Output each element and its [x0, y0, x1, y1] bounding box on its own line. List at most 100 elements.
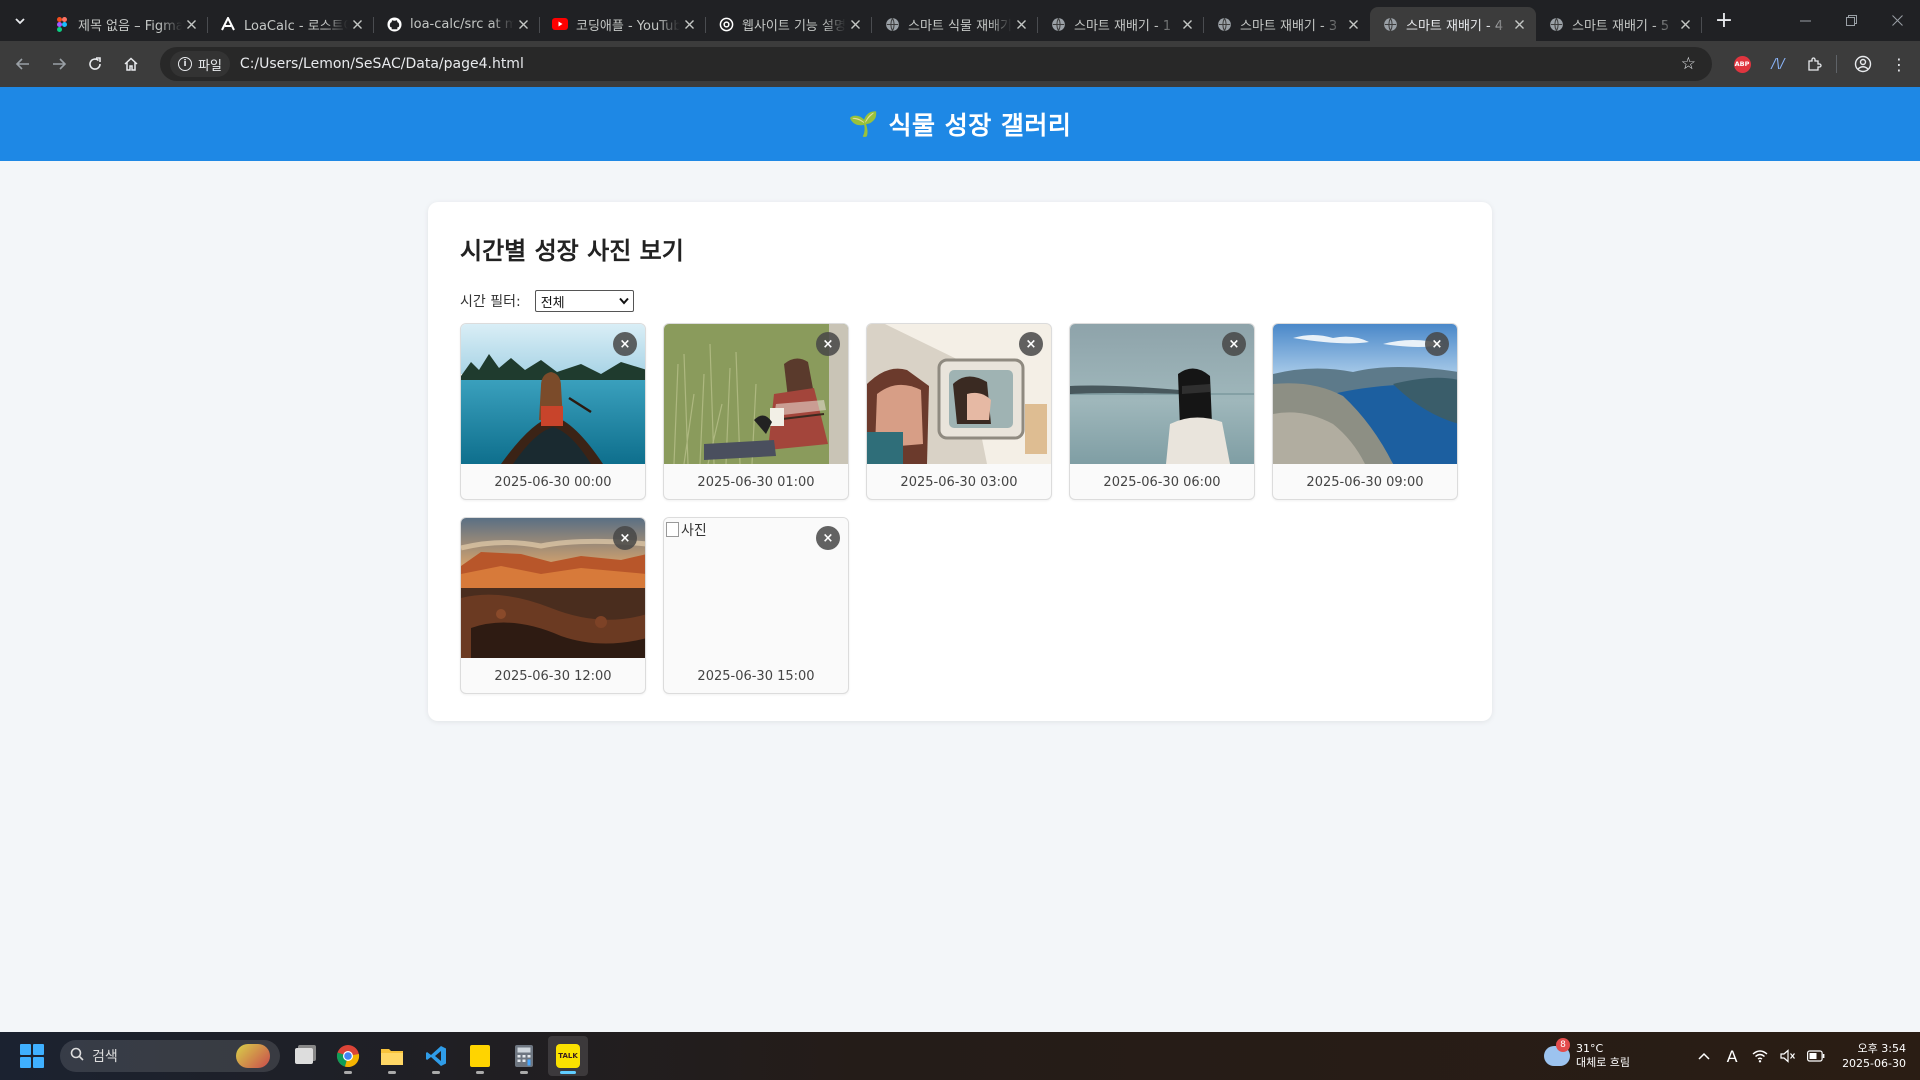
input-method-icon[interactable]: A — [1718, 1047, 1746, 1066]
browser-tab[interactable]: LoaCalc - 로스트아크 — [208, 7, 374, 41]
adblock-extension-icon[interactable]: ABP — [1726, 48, 1758, 80]
browser-tab[interactable]: 스마트 재배기 - 4 — [1370, 7, 1536, 41]
chrome-app-icon[interactable] — [328, 1036, 368, 1076]
photo-card[interactable]: 2025-06-30 09:00 × — [1272, 323, 1458, 500]
tab-close-icon[interactable] — [348, 15, 366, 33]
delete-photo-button[interactable]: × — [1019, 332, 1043, 356]
new-tab-button[interactable]: + — [1710, 7, 1738, 35]
system-tray: 8 31°C 대체로 흐림 A 오후 3:54 2025-06-30 — [1543, 1032, 1920, 1080]
address-bar[interactable]: i 파일 C:/Users/Lemon/SeSAC/Data/page4.htm… — [160, 47, 1712, 81]
browser-tab[interactable]: 코딩애플 - YouTube — [540, 7, 706, 41]
photo-timestamp: 2025-06-30 15:00 — [697, 668, 815, 684]
tab-title: 스마트 식물 재배기 — [908, 18, 1012, 34]
photo-card[interactable]: 2025-06-30 00:00 × — [460, 323, 646, 500]
tab-close-icon[interactable] — [1676, 15, 1694, 33]
browser-menu-icon[interactable]: ⋮ — [1883, 48, 1915, 80]
photo-card[interactable]: 2025-06-30 06:00 × — [1069, 323, 1255, 500]
browser-tab[interactable]: 웹사이트 기능 설명 — [706, 7, 872, 41]
tab-close-icon[interactable] — [1510, 15, 1528, 33]
globe-icon — [1050, 16, 1066, 32]
clock-date: 2025-06-30 — [1842, 1057, 1906, 1070]
weather-badge: 8 — [1555, 1038, 1570, 1052]
windows-taskbar: 검색 TALK 8 31°C 대체로 흐림 A 오후 3:54 2025-06-… — [0, 1032, 1920, 1080]
chevron-down-icon — [618, 297, 629, 305]
broken-image-icon — [666, 522, 679, 537]
kakaotalk-app-icon[interactable]: TALK — [548, 1036, 588, 1076]
tab-close-icon[interactable] — [1012, 15, 1030, 33]
photo-timestamp: 2025-06-30 01:00 — [697, 474, 815, 490]
browser-tab[interactable]: 제목 없음 – Figma — [42, 7, 208, 41]
toolbar-extensions: ABP /\/ ⋮ — [1722, 48, 1915, 80]
photo-card[interactable]: 2025-06-30 01:00 × — [663, 323, 849, 500]
calculator-app-icon[interactable] — [504, 1036, 544, 1076]
tab-title: loa-calc/src at main — [410, 16, 514, 32]
task-view-icon[interactable] — [284, 1036, 324, 1076]
forward-button[interactable] — [42, 47, 76, 81]
tab-title: 코딩애플 - YouTube — [576, 18, 680, 34]
page-title: 식물 성장 갤러리 — [888, 111, 1072, 140]
volume-muted-icon[interactable] — [1774, 1049, 1802, 1063]
tab-title: 스마트 재배기 - 1 — [1074, 18, 1172, 34]
home-button[interactable] — [114, 47, 148, 81]
loacalc-icon — [220, 16, 236, 32]
battery-icon[interactable] — [1802, 1050, 1830, 1062]
browser-tab[interactable]: 스마트 재배기 - 5 — [1536, 7, 1702, 41]
file-explorer-icon[interactable] — [372, 1036, 412, 1076]
show-hidden-icons-chevron-icon[interactable] — [1690, 1052, 1718, 1060]
photo-timestamp: 2025-06-30 06:00 — [1103, 474, 1221, 490]
browser-tab[interactable]: loa-calc/src at main — [374, 7, 540, 41]
search-highlight-icon — [236, 1044, 270, 1068]
tab-close-icon[interactable] — [182, 15, 200, 33]
delete-photo-button[interactable]: × — [1425, 332, 1449, 356]
photo-timestamp: 2025-06-30 00:00 — [494, 474, 612, 490]
tab-close-icon[interactable] — [680, 15, 698, 33]
wifi-icon[interactable] — [1746, 1049, 1774, 1063]
photo-card[interactable]: 2025-06-30 12:00 × — [460, 517, 646, 694]
site-chip-label: 파일 — [198, 58, 222, 74]
toolbar-separator — [1836, 55, 1837, 73]
tab-close-icon[interactable] — [514, 15, 532, 33]
close-window-button[interactable] — [1874, 0, 1920, 41]
tab-close-icon[interactable] — [1344, 15, 1362, 33]
photo-card[interactable]: 사진 2025-06-30 15:00 × — [663, 517, 849, 694]
extensions-puzzle-icon[interactable] — [1798, 48, 1830, 80]
browser-tab[interactable]: 스마트 재배기 - 1 — [1038, 7, 1204, 41]
profile-avatar-icon[interactable] — [1847, 48, 1879, 80]
delete-photo-button[interactable]: × — [1222, 332, 1246, 356]
time-filter-value: 전체 — [540, 295, 565, 311]
restore-button[interactable] — [1828, 0, 1874, 41]
tab-search-chevron-icon[interactable] — [6, 7, 34, 35]
tab-title: LoaCalc - 로스트아크 — [244, 18, 348, 34]
reload-button[interactable] — [78, 47, 112, 81]
back-button[interactable] — [6, 47, 40, 81]
browser-tab[interactable]: 스마트 식물 재배기 — [872, 7, 1038, 41]
windows-start-icon[interactable] — [12, 1036, 52, 1076]
weather-widget[interactable]: 8 31°C 대체로 흐림 — [1543, 1038, 1630, 1070]
youtube-icon — [552, 16, 568, 32]
translate-extension-icon[interactable]: /\/ — [1762, 48, 1794, 80]
taskbar-search[interactable]: 검색 — [60, 1040, 280, 1072]
browser-tab[interactable]: 스마트 재배기 - 3 — [1204, 7, 1370, 41]
delete-photo-button[interactable]: × — [613, 332, 637, 356]
site-info-chip[interactable]: i 파일 — [170, 51, 230, 77]
vscode-app-icon[interactable] — [416, 1036, 456, 1076]
tab-close-icon[interactable] — [846, 15, 864, 33]
time-filter-select[interactable]: 전체 — [534, 290, 634, 312]
delete-photo-button[interactable]: × — [613, 526, 637, 550]
bookmark-star-icon[interactable]: ☆ — [1681, 54, 1696, 74]
minimize-button[interactable] — [1782, 0, 1828, 41]
sticky-notes-icon[interactable] — [460, 1036, 500, 1076]
taskbar-clock[interactable]: 오후 3:54 2025-06-30 — [1842, 1041, 1906, 1071]
globe-icon — [1382, 16, 1398, 32]
tab-close-icon[interactable] — [1178, 15, 1196, 33]
photo-gallery: 2025-06-30 00:00 × 2025-06-30 01:00 × 2025… — [460, 323, 1460, 694]
photo-timestamp: 2025-06-30 03:00 — [900, 474, 1018, 490]
taskbar-search-placeholder: 검색 — [92, 1049, 118, 1065]
delete-photo-button[interactable]: × — [816, 526, 840, 550]
seedling-icon: 🌱 — [848, 110, 879, 138]
url-text[interactable]: C:/Users/Lemon/SeSAC/Data/page4.html — [240, 56, 1681, 72]
browser-toolbar: i 파일 C:/Users/Lemon/SeSAC/Data/page4.htm… — [0, 41, 1920, 87]
photo-card[interactable]: 2025-06-30 03:00 × — [866, 323, 1052, 500]
delete-photo-button[interactable]: × — [816, 332, 840, 356]
time-filter-label: 시간 필터: — [460, 294, 521, 310]
